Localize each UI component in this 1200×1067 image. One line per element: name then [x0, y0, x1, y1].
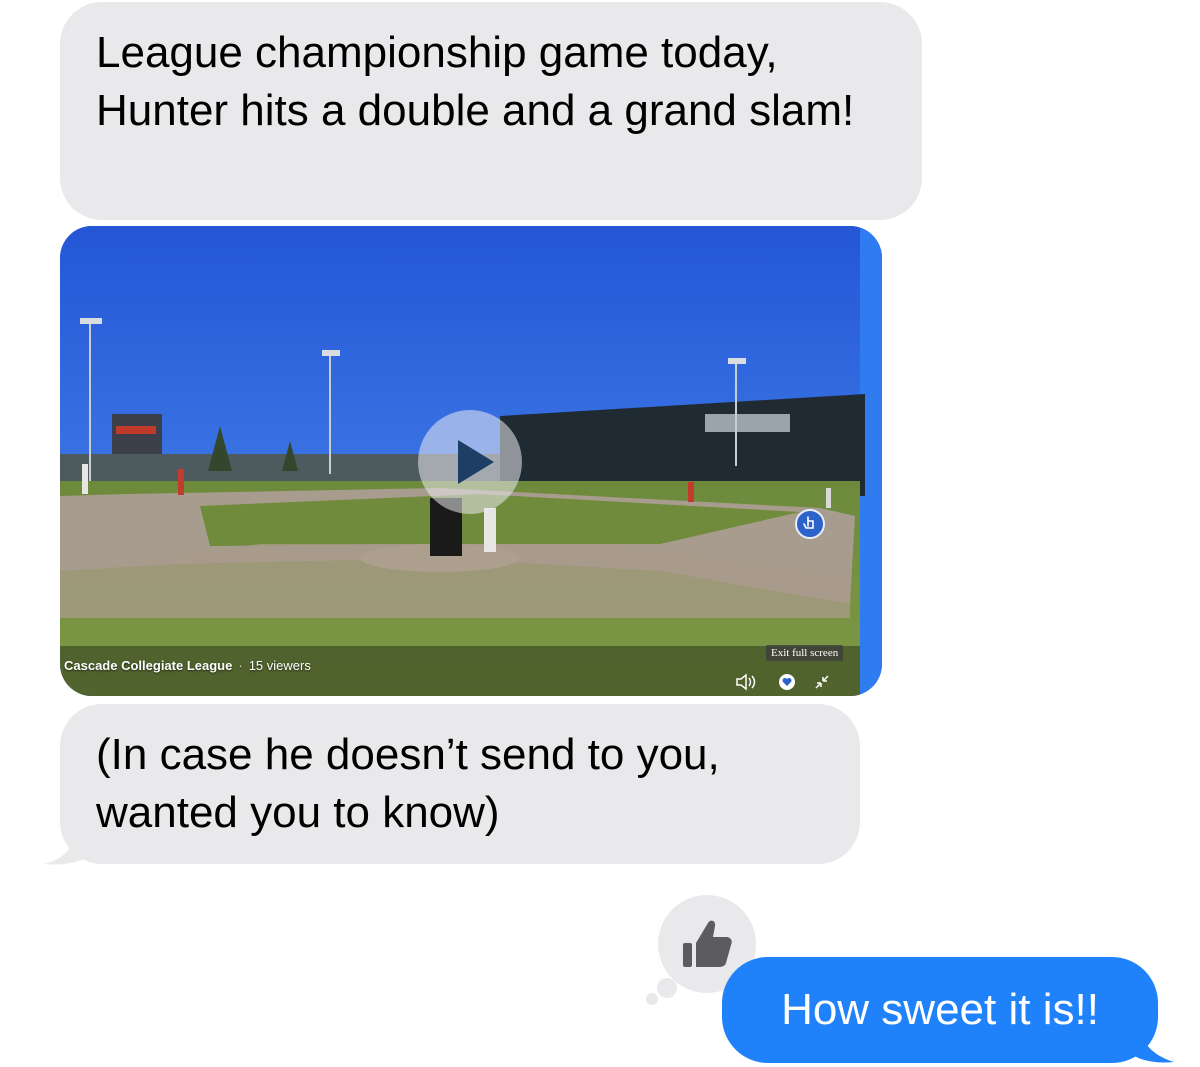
channel-name[interactable]: Cascade Collegiate League	[64, 658, 232, 673]
message-text: How sweet it is!!	[781, 985, 1099, 1034]
message-text: (In case he doesn’t send to you, wanted …	[96, 730, 720, 837]
message-text: League championship game today, Hunter h…	[96, 28, 855, 135]
play-icon	[458, 440, 494, 484]
outgoing-message-bubble[interactable]: How sweet it is!!	[722, 957, 1158, 1063]
play-button[interactable]	[418, 410, 522, 514]
incoming-message-bubble[interactable]: League championship game today, Hunter h…	[60, 2, 922, 220]
exit-fullscreen-button[interactable]: Exit full screen	[766, 645, 844, 661]
bubble-tail	[44, 832, 92, 865]
bubble-tail	[1126, 1028, 1174, 1063]
viewer-count: 15 viewers	[248, 658, 311, 673]
incoming-message-bubble[interactable]: (In case he doesn’t send to you, wanted …	[60, 704, 860, 864]
video-channel-info: Cascade Collegiate League · 15 viewers	[64, 658, 311, 673]
reaction-tail-dot	[646, 993, 658, 1005]
separator: ·	[238, 658, 243, 673]
